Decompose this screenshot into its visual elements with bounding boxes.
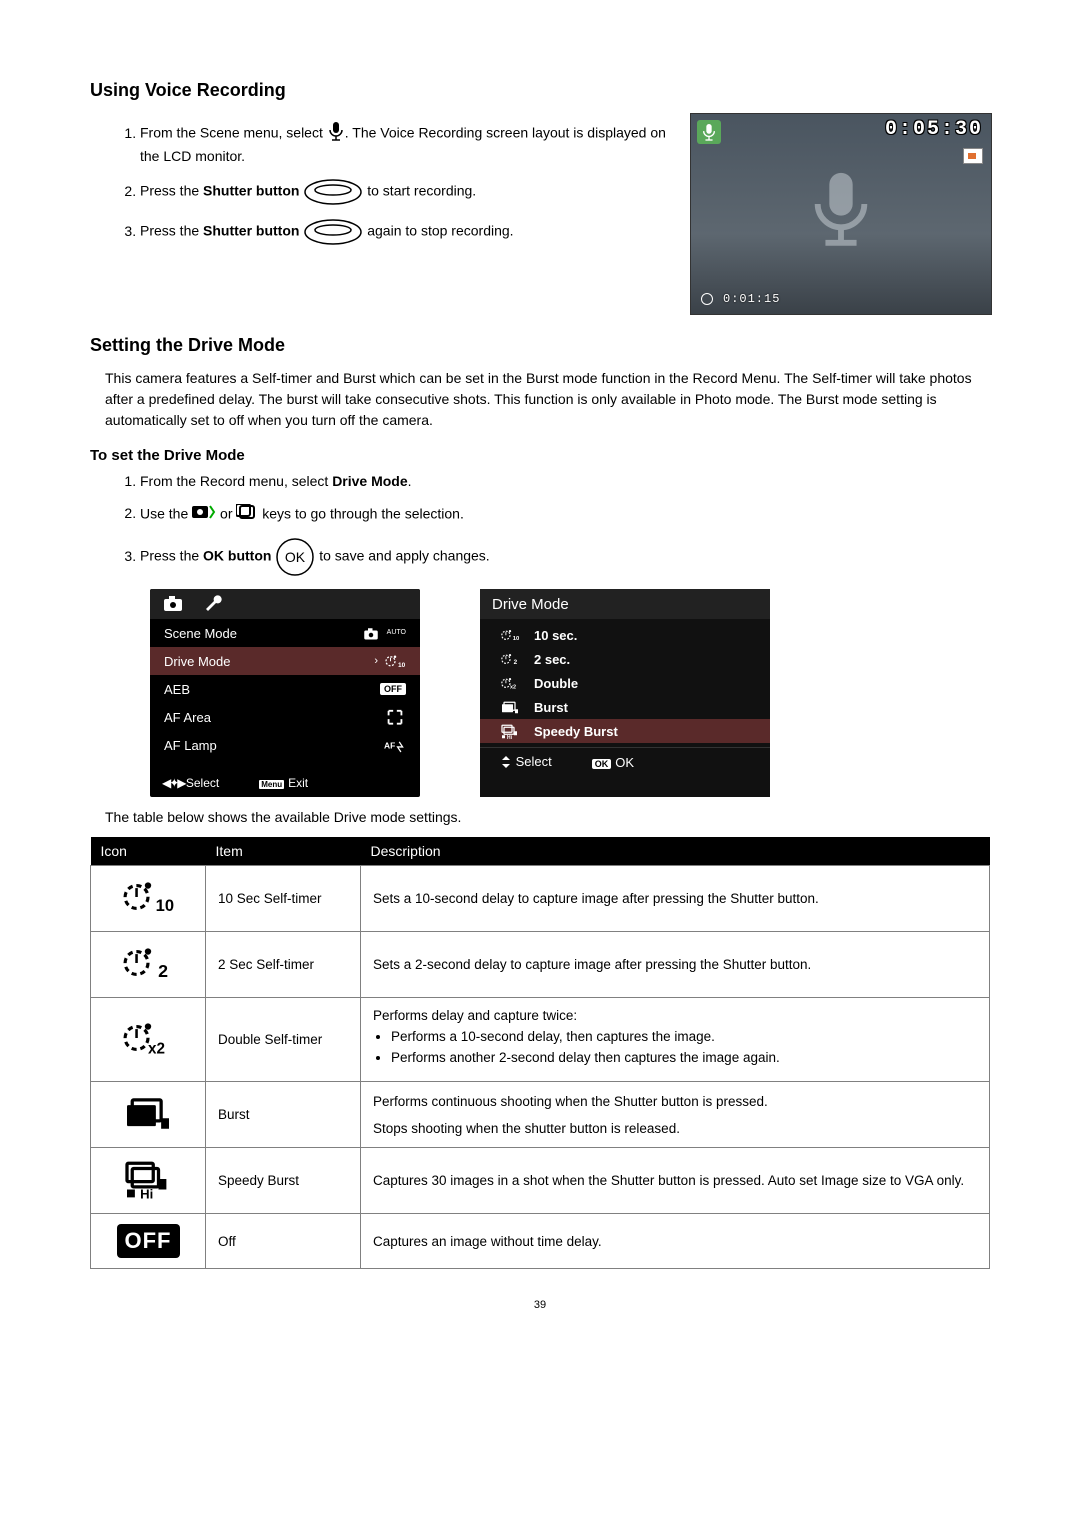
drive-step-2: Use the or keys to go through the select… — [140, 504, 990, 526]
menu-row: Scene ModeAUTO — [150, 619, 420, 647]
menu-row: Drive Mode› — [150, 647, 420, 675]
table-row: 2 Sec Self-timerSets a 2-second delay to… — [91, 932, 990, 998]
text: From the Record menu, select — [140, 473, 332, 489]
macro-key-icon — [192, 504, 216, 526]
table-row: OFFOffCaptures an image without time del… — [91, 1214, 990, 1269]
text: Exit — [288, 776, 308, 790]
text: again to stop recording. — [367, 223, 513, 239]
table-row: Speedy BurstCaptures 30 images in a shot… — [91, 1148, 990, 1214]
drive-menu-item: Double — [480, 671, 770, 695]
ok-button-label: OK button — [203, 548, 271, 564]
memory-card-icon — [963, 148, 983, 164]
camera-tab-icon — [162, 593, 184, 616]
text: . — [408, 473, 412, 489]
text: From the Scene menu, select — [140, 125, 327, 141]
microphone-badge-icon — [697, 120, 721, 144]
col-item: Item — [206, 837, 361, 866]
drive-menu-item: Burst — [480, 695, 770, 719]
drive-mode-table: Icon Item Description 10 Sec Self-timerS… — [90, 837, 990, 1269]
menu-row: AF Area — [150, 703, 420, 731]
voice-recording-screenshot: 0:05:30 0:01:15 — [690, 113, 992, 315]
col-icon: Icon — [91, 837, 206, 866]
shutter-button-icon — [303, 218, 363, 246]
menu-exit-hint: Menu Exit — [259, 776, 308, 790]
section-voice-title: Using Voice Recording — [90, 80, 990, 101]
text: to start recording. — [367, 183, 476, 199]
table-row: BurstPerforms continuous shooting when t… — [91, 1082, 990, 1148]
voice-step-2: Press the Shutter button to start record… — [140, 178, 670, 206]
drive-steps: From the Record menu, select Drive Mode.… — [90, 472, 990, 577]
or-label: or — [220, 505, 236, 521]
menu-ok-hint: OKOK — [592, 755, 634, 770]
page-number: 39 — [90, 1299, 990, 1311]
text: Press the — [140, 223, 203, 239]
drive-step-1: From the Record menu, select Drive Mode. — [140, 472, 990, 492]
table-intro: The table below shows the available Driv… — [105, 809, 990, 825]
menu-select-hint: Select — [162, 776, 219, 790]
voice-steps: From the Scene menu, select . The Voice … — [90, 121, 670, 246]
drive-menu-title: Drive Mode — [480, 589, 770, 619]
shutter-button-icon — [303, 178, 363, 206]
text: Select — [516, 754, 552, 769]
drive-menu-item: Speedy Burst — [480, 719, 770, 743]
ok-badge: OK — [592, 759, 612, 769]
setup-tab-icon — [202, 593, 222, 616]
text: OK — [615, 755, 634, 770]
ok-button-icon — [275, 537, 315, 577]
text: keys to go through the selection. — [262, 505, 464, 521]
section-drive-title: Setting the Drive Mode — [90, 335, 990, 356]
text: to save and apply changes. — [319, 548, 489, 564]
shutter-button-label: Shutter button — [203, 223, 299, 239]
record-indicator-icon — [701, 293, 713, 305]
drive-mode-label: Drive Mode — [332, 473, 407, 489]
voice-step-1: From the Scene menu, select . The Voice … — [140, 121, 670, 166]
drive-mode-description: This camera features a Self-timer and Bu… — [105, 368, 990, 431]
remaining-time: 0:05:30 — [885, 118, 983, 141]
drive-menu-item: 10 sec. — [480, 623, 770, 647]
elapsed-time: 0:01:15 — [723, 292, 780, 306]
menu-select-hint: Select — [500, 754, 552, 771]
voice-step-3: Press the Shutter button again to stop r… — [140, 218, 670, 246]
table-row: Double Self-timerPerforms delay and capt… — [91, 998, 990, 1082]
table-row: 10 Sec Self-timerSets a 10-second delay … — [91, 866, 990, 932]
col-desc: Description — [361, 837, 990, 866]
drive-menu-item: 2 sec. — [480, 647, 770, 671]
drive-step-3: Press the OK button to save and apply ch… — [140, 537, 990, 577]
text: Press the — [140, 183, 203, 199]
microphone-icon — [327, 121, 345, 147]
record-menu-screenshot: Scene ModeAUTODrive Mode› AEBOFFAF AreaA… — [150, 589, 420, 797]
microphone-large-icon — [806, 163, 876, 256]
menu-row: AEBOFF — [150, 675, 420, 703]
text: Use the — [140, 505, 192, 521]
menu-badge: Menu — [259, 780, 284, 789]
flash-key-icon — [236, 504, 258, 526]
drive-subheading: To set the Drive Mode — [90, 447, 990, 464]
text: Press the — [140, 548, 203, 564]
menu-row: AF Lamp — [150, 731, 420, 759]
drive-mode-menu-screenshot: Drive Mode 10 sec.2 sec.DoubleBurstSpeed… — [480, 589, 770, 797]
shutter-button-label: Shutter button — [203, 183, 299, 199]
